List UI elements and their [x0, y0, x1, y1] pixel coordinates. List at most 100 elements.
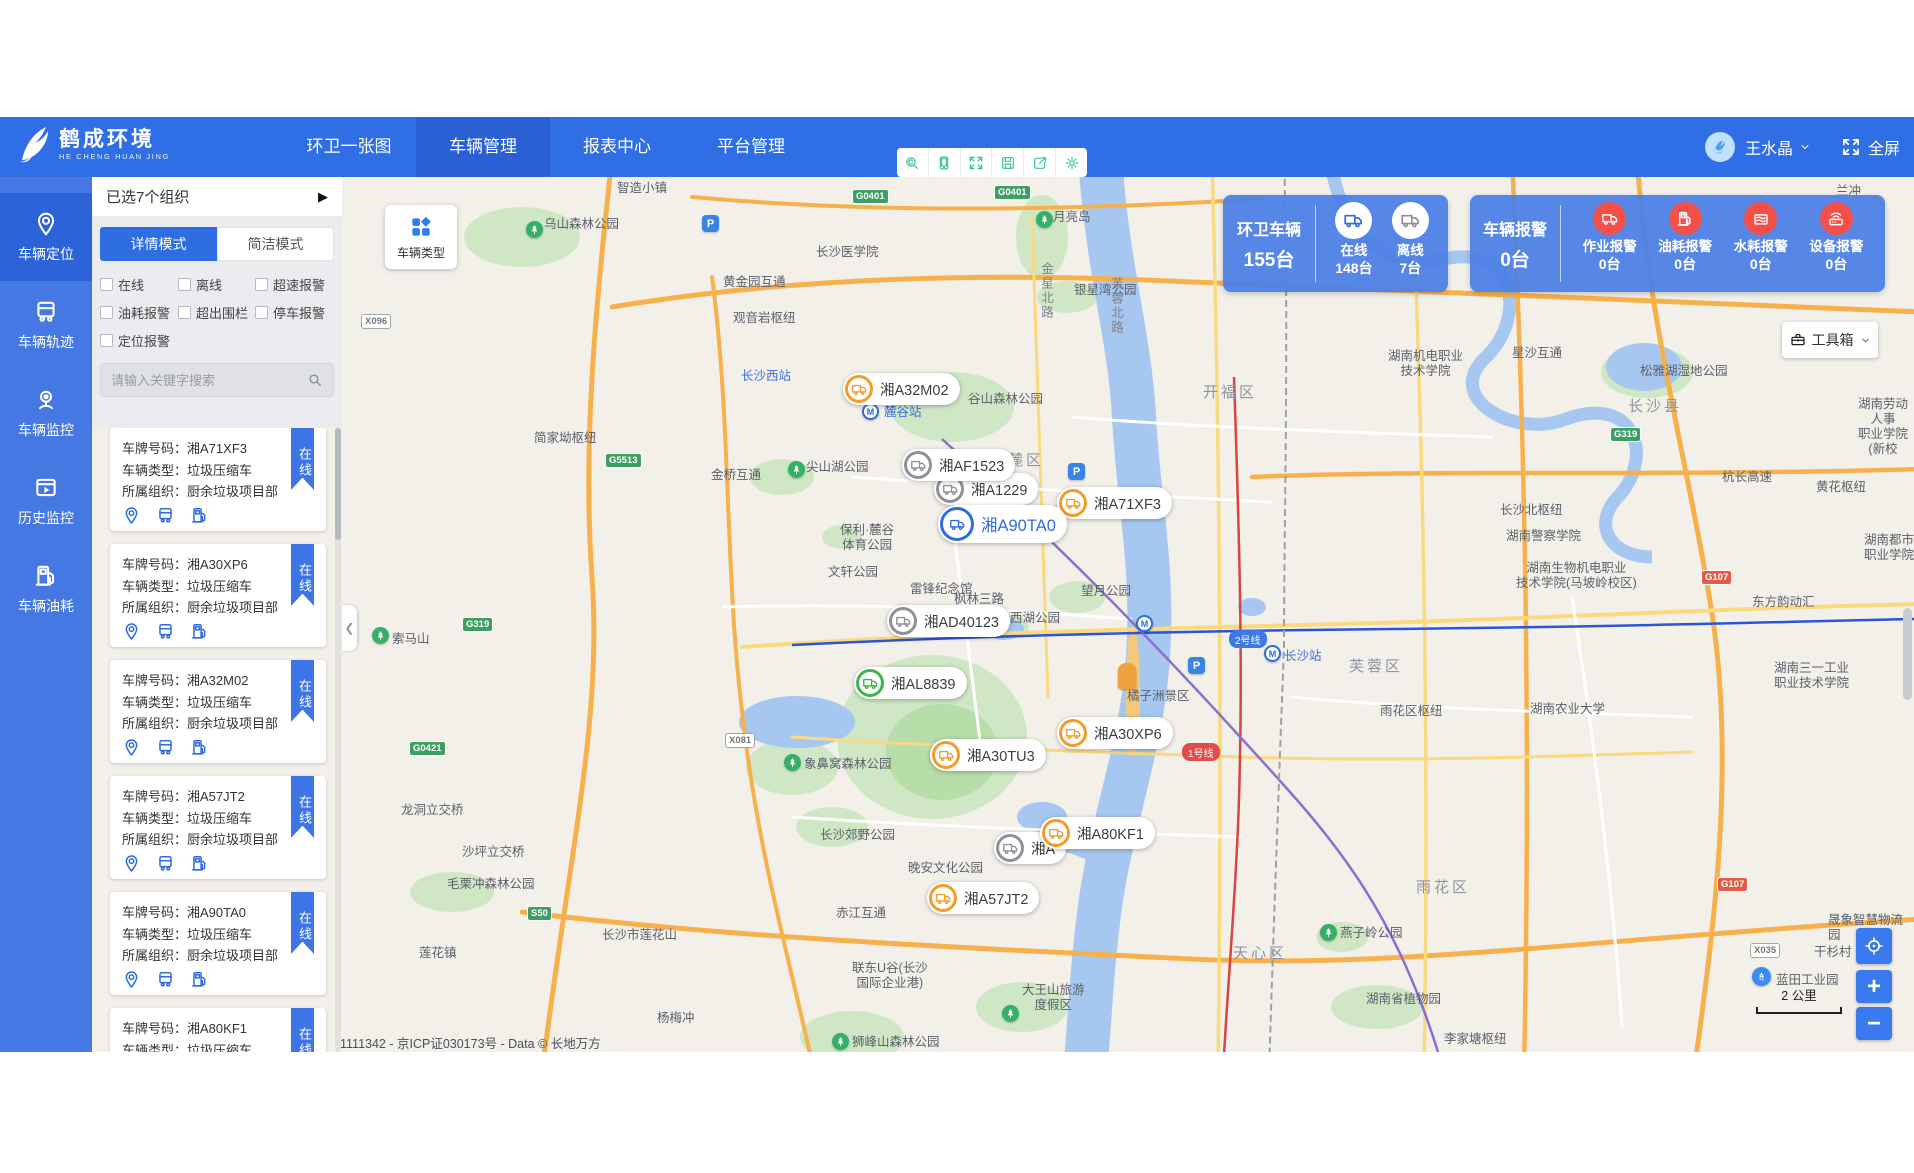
filter-location-alarm[interactable]: 定位报警 — [100, 331, 178, 350]
vehicle-marker[interactable]: 湘A30XP6 — [1057, 717, 1173, 749]
search-input[interactable] — [111, 373, 307, 388]
park-tree-icon — [1320, 924, 1337, 941]
panel-collapse-handle[interactable]: ❮ — [342, 605, 357, 651]
fuel-icon[interactable] — [190, 854, 209, 873]
tab-simple-mode[interactable]: 简洁模式 — [217, 227, 334, 261]
vehicle-card[interactable]: 车牌号码：湘A71XF3 车辆类型：垃圾压缩车 所属组织：厨余垃圾项目部 在线 — [110, 428, 326, 531]
menu-item-report-center[interactable]: 报表中心 — [550, 117, 684, 177]
map-label: 杨梅冲 — [657, 1011, 695, 1026]
filter-parking-alarm[interactable]: 停车报警 — [255, 303, 342, 322]
vehicle-card[interactable]: 车牌号码：湘A80KF1 车辆类型：垃圾压缩车 所属组织：厨余垃圾项目部 在线 — [110, 1008, 326, 1052]
zoom-in-button[interactable]: + — [1856, 970, 1892, 1003]
checkbox[interactable] — [100, 306, 113, 319]
chevron-down-icon[interactable] — [1799, 141, 1811, 153]
vehicle-marker-selected[interactable]: 湘A90TA0 — [938, 505, 1067, 543]
offline-truck-icon — [1392, 202, 1429, 239]
sidebar-item-vehicle-fuel[interactable]: 车辆油耗 — [0, 545, 92, 633]
fuel-icon[interactable] — [190, 622, 209, 641]
menu-item-platform-management[interactable]: 平台管理 — [684, 117, 818, 177]
park-tree-icon — [526, 221, 543, 238]
page-scrollbar-thumb[interactable] — [1903, 608, 1912, 700]
scale-bar — [1756, 1007, 1842, 1014]
filter-speeding-alarm[interactable]: 超速报警 — [255, 275, 342, 294]
checkbox[interactable] — [255, 278, 268, 291]
vehicle-marker[interactable]: 湘A71XF3 — [1057, 487, 1172, 519]
vehicle-marker[interactable]: 湘AL8839 — [854, 667, 967, 699]
checkbox[interactable] — [255, 306, 268, 319]
metro-station-icon: M — [1136, 615, 1153, 632]
fuel-icon[interactable] — [190, 738, 209, 757]
track-icon[interactable] — [156, 622, 175, 641]
vehicle-marker-label: 湘A32M02 — [880, 379, 949, 400]
vehicle-card[interactable]: 车牌号码：湘A32M02 车辆类型：垃圾压缩车 所属组织：厨余垃圾项目部 在线 — [110, 660, 326, 763]
locate-vehicle-icon[interactable] — [122, 738, 141, 757]
fuel-icon[interactable] — [190, 506, 209, 525]
checkbox[interactable] — [100, 334, 113, 347]
zoom-out-button[interactable]: − — [1856, 1007, 1892, 1040]
fuel-icon[interactable] — [190, 970, 209, 989]
fullscreen-button[interactable]: 全屏 — [1841, 135, 1900, 159]
map-canvas[interactable]: 智造小镇 乌山森林公园 长沙医学院 黄金园互通 月亮岛 银星湾公园 观音岩枢纽 … — [92, 177, 1914, 1052]
avatar[interactable] — [1705, 132, 1735, 162]
filter-online[interactable]: 在线 — [100, 275, 178, 294]
left-sidebar: 车辆定位 车辆轨迹 车辆监控 历史监控 车辆油耗 — [0, 177, 92, 1052]
park-tree-icon — [1036, 211, 1053, 228]
vehicle-marker[interactable]: 湘A80KF1 — [1040, 817, 1155, 849]
expand-right-icon[interactable]: ▶ — [318, 189, 328, 205]
menu-item-sanitation-map[interactable]: 环卫一张图 — [282, 117, 416, 177]
settings-icon[interactable] — [1055, 148, 1087, 177]
track-icon[interactable] — [156, 970, 175, 989]
filter-out-of-fence[interactable]: 超出围栏 — [178, 303, 255, 322]
vehicle-card[interactable]: 车牌号码：湘A57JT2 车辆类型：垃圾压缩车 所属组织：厨余垃圾项目部 在线 — [110, 776, 326, 879]
save-icon[interactable] — [991, 148, 1023, 177]
list-scrollbar[interactable] — [335, 428, 341, 1052]
filter-fuel-alarm[interactable]: 油耗报警 — [100, 303, 178, 322]
menu-item-vehicle-management[interactable]: 车辆管理 — [416, 117, 550, 177]
sidebar-item-vehicle-track[interactable]: 车辆轨迹 — [0, 281, 92, 369]
map-label-district: 雨花区 — [1416, 880, 1470, 895]
vehicle-marker[interactable]: 湘A32M02 — [843, 373, 960, 405]
scrollbar-thumb[interactable] — [335, 428, 341, 540]
vehicle-card[interactable]: 车牌号码：湘A90TA0 车辆类型：垃圾压缩车 所属组织：厨余垃圾项目部 在线 — [110, 892, 326, 995]
park-tree-icon — [372, 627, 389, 644]
expand-icon[interactable] — [960, 148, 992, 177]
vehicle-marker[interactable]: 湘AD40123 — [887, 605, 1010, 637]
checkbox[interactable] — [100, 278, 113, 291]
search-icon[interactable] — [307, 372, 323, 388]
tab-detail-mode[interactable]: 详情模式 — [100, 227, 217, 261]
area-search-icon[interactable] — [897, 148, 928, 177]
truck-icon — [996, 834, 1024, 862]
map-label-district: 芙蓉区 — [1349, 659, 1403, 674]
locate-vehicle-icon[interactable] — [122, 854, 141, 873]
vehicle-management-page: 鹤成环境 HE CHENG HUAN JING 环卫一张图 车辆管理 报表中心 … — [0, 0, 1914, 1173]
locate-button[interactable] — [1856, 928, 1892, 964]
vehicle-type-button[interactable]: 车辆类型 — [385, 205, 457, 269]
locate-vehicle-icon[interactable] — [122, 506, 141, 525]
track-icon[interactable] — [156, 854, 175, 873]
sidebar-item-vehicle-monitor[interactable]: 车辆监控 — [0, 369, 92, 457]
vehicle-marker-label: 湘A57JT2 — [964, 888, 1028, 909]
vehicle-card[interactable]: 车牌号码：湘A30XP6 车辆类型：垃圾压缩车 所属组织：厨余垃圾项目部 在线 — [110, 544, 326, 647]
map-label: 金桥互通 — [711, 468, 761, 483]
locate-vehicle-icon[interactable] — [122, 622, 141, 641]
track-icon[interactable] — [156, 506, 175, 525]
sidebar-item-history-monitor[interactable]: 历史监控 — [0, 457, 92, 545]
track-icon[interactable] — [156, 738, 175, 757]
mode-tabs: 详情模式 简洁模式 — [100, 227, 334, 261]
vehicle-marker[interactable]: 湘AF1523 — [902, 449, 1015, 481]
sidebar-item-vehicle-location[interactable]: 车辆定位 — [0, 193, 92, 281]
checkbox[interactable] — [178, 306, 191, 319]
map-label: 望月公园 — [1081, 584, 1131, 599]
filter-offline[interactable]: 离线 — [178, 275, 255, 294]
locate-vehicle-icon[interactable] — [122, 970, 141, 989]
checkbox[interactable] — [178, 278, 191, 291]
toolbox-button[interactable]: 工具箱 — [1782, 322, 1878, 358]
map-label: 长沙医学院 — [816, 245, 879, 260]
user-name[interactable]: 王水晶 — [1745, 135, 1793, 159]
vehicle-marker[interactable]: 湘A57JT2 — [927, 882, 1039, 914]
share-icon[interactable] — [1023, 148, 1055, 177]
vehicle-marker[interactable]: 湘A30TU3 — [930, 739, 1046, 771]
device-monitor-icon[interactable] — [928, 148, 960, 177]
map-label-district: 天心区 — [1233, 946, 1287, 961]
road-shield: G319 — [462, 617, 493, 632]
